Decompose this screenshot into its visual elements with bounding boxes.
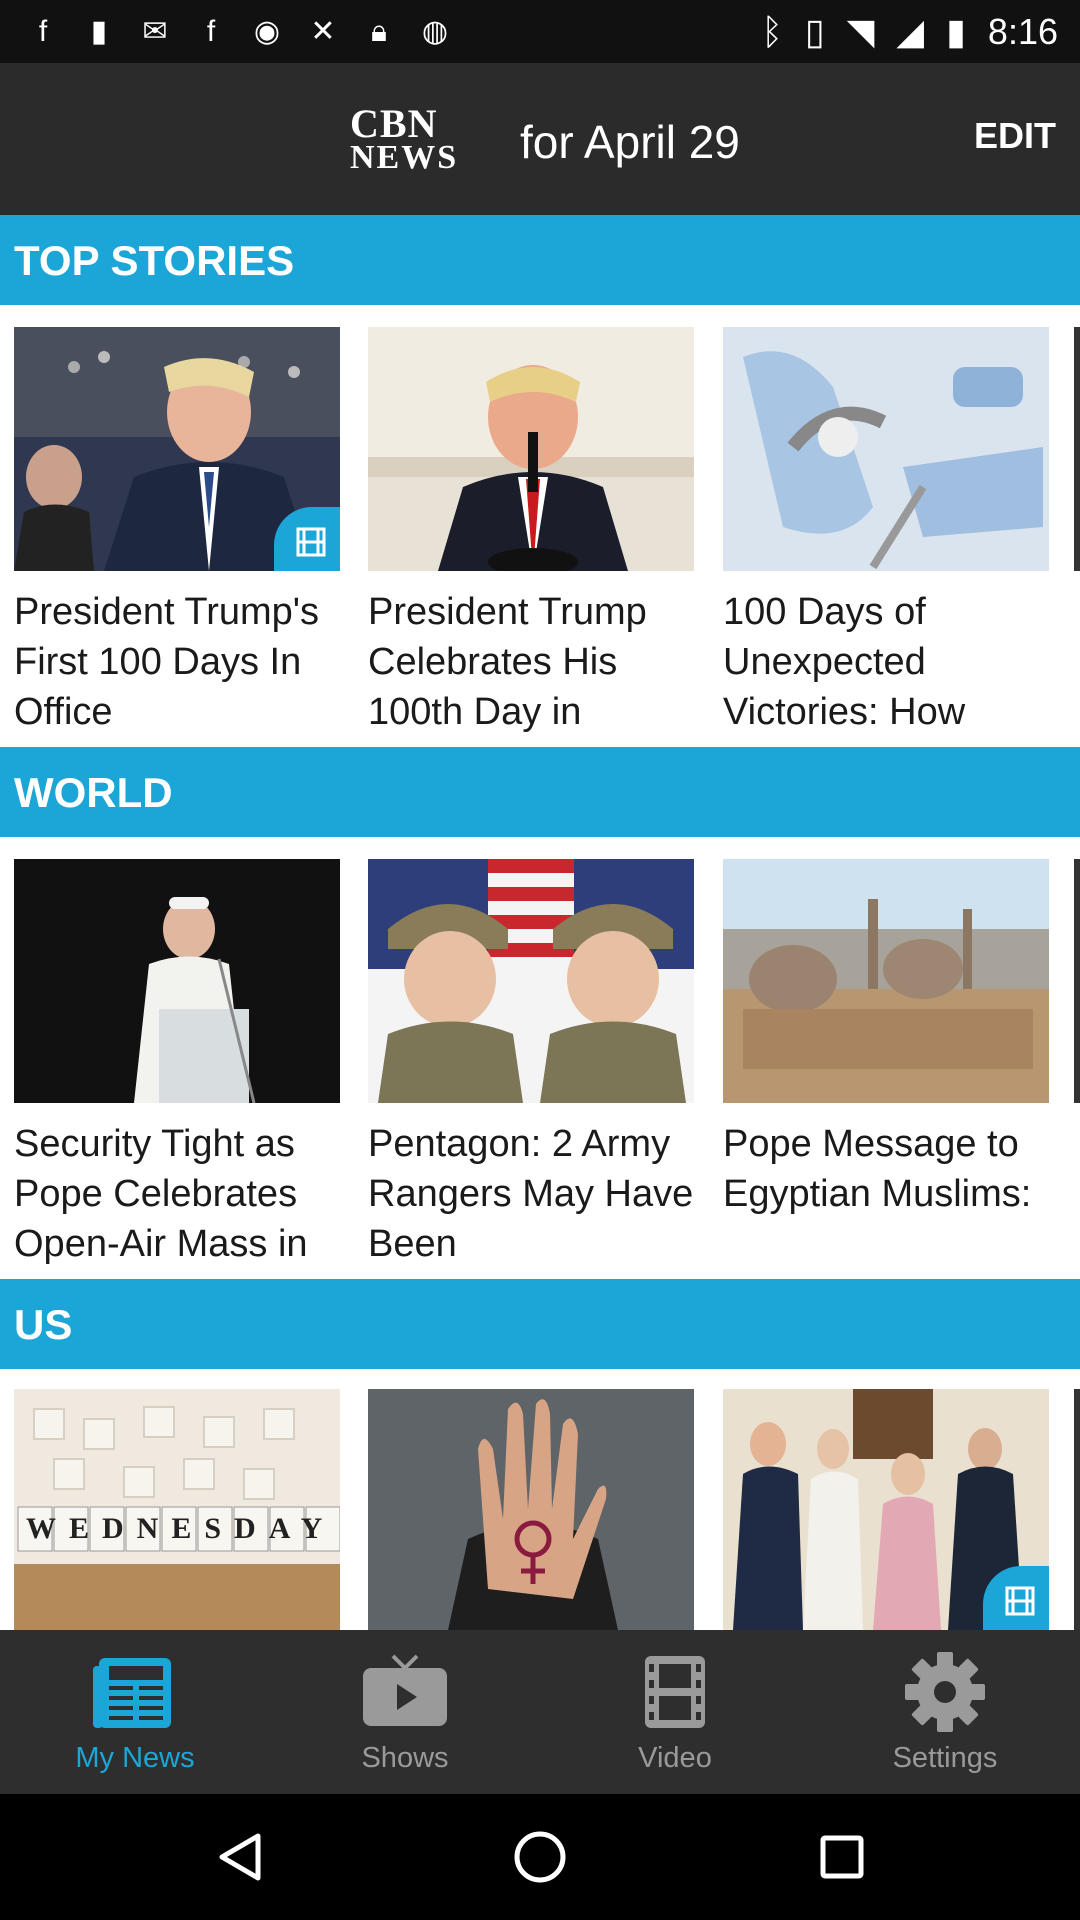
facebook-icon: f bbox=[38, 15, 48, 48]
film-icon bbox=[645, 1656, 705, 1728]
story-caption[interactable]: Pope Message to Egyptian Muslims: bbox=[723, 1119, 1053, 1219]
section-header-us[interactable]: US bbox=[0, 1279, 1080, 1369]
next-card-peek bbox=[1074, 1389, 1080, 1630]
section-cards-top-stories: President Trump's First 100 Days In Offi… bbox=[0, 305, 1080, 747]
story-caption[interactable]: Pentagon: 2 Army Rangers May Have Been bbox=[368, 1119, 698, 1269]
nav-label: Settings bbox=[892, 1742, 998, 1774]
tip-icon: ▮ bbox=[90, 15, 108, 48]
next-card-peek bbox=[1074, 859, 1080, 1103]
story-thumbnail[interactable]: WEDNESDAY bbox=[14, 1389, 340, 1630]
story-thumbnail[interactable] bbox=[723, 327, 1049, 571]
story-thumbnail[interactable] bbox=[723, 859, 1049, 1103]
status-bar: f ▮ ✉ f ◉ ✕ 🔒︎ ◍ ᛒ ▯ ◥ ◢ ▮ 8:16 bbox=[0, 0, 1080, 63]
system-nav-bar bbox=[0, 1794, 1080, 1920]
lock-icon: 🔒︎ bbox=[371, 15, 387, 48]
bluetooth-icon: ᛒ bbox=[761, 11, 783, 52]
cbn-news-logo: CBN NEWS bbox=[350, 101, 500, 176]
satellite-icon: ✕ bbox=[310, 15, 336, 48]
signal-icon: ◢ bbox=[896, 11, 925, 52]
tv-play-icon bbox=[363, 1654, 447, 1726]
story-caption[interactable]: 100 Days of Unexpected Victories: How bbox=[723, 587, 1053, 737]
circle-icon: ◉ bbox=[253, 15, 281, 48]
section-header-top-stories[interactable]: TOP STORIES bbox=[0, 215, 1080, 305]
logo-line1: CBN bbox=[350, 101, 438, 146]
back-icon[interactable] bbox=[219, 1833, 261, 1881]
wifi-icon: ◥ bbox=[846, 11, 875, 52]
section-header-world[interactable]: WORLD bbox=[0, 747, 1080, 837]
home-icon[interactable] bbox=[514, 1831, 566, 1883]
nav-video[interactable]: Video bbox=[540, 1630, 810, 1794]
story-thumbnail[interactable] bbox=[368, 327, 694, 571]
edit-button[interactable]: EDIT bbox=[974, 115, 1056, 157]
nav-shows[interactable]: Shows bbox=[270, 1630, 540, 1794]
story-thumbnail[interactable] bbox=[368, 1389, 694, 1630]
nav-settings[interactable]: Settings bbox=[810, 1630, 1080, 1794]
newspaper-icon bbox=[93, 1658, 171, 1728]
next-card-peek bbox=[1074, 327, 1080, 571]
story-caption[interactable]: President Trump Celebrates His 100th Day… bbox=[368, 587, 698, 737]
nav-label: My News bbox=[75, 1742, 195, 1774]
section-label: WORLD bbox=[14, 769, 173, 816]
nav-my-news[interactable]: My News bbox=[0, 1630, 270, 1794]
section-cards-world: Security Tight as Pope Celebrates Open-A… bbox=[0, 837, 1080, 1279]
gear-icon bbox=[905, 1652, 985, 1732]
vibrate-icon: ▯ bbox=[804, 11, 825, 52]
story-caption[interactable]: President Trump's First 100 Days In Offi… bbox=[14, 587, 344, 737]
thumb-text-wednesday: WEDNESDAY bbox=[26, 1512, 336, 1545]
gmail-icon: ✉ bbox=[142, 15, 168, 48]
app-icon: ◍ bbox=[421, 15, 449, 48]
battery-icon: ▮ bbox=[946, 11, 966, 52]
story-thumbnail[interactable] bbox=[14, 327, 340, 571]
logo-line2: NEWS bbox=[350, 139, 459, 176]
film-icon bbox=[1005, 1586, 1035, 1616]
system-status: ᛒ ▯ ◥ ◢ ▮ 8:16 bbox=[761, 8, 1058, 56]
story-thumbnail[interactable] bbox=[368, 859, 694, 1103]
nav-label: Video bbox=[638, 1742, 712, 1774]
facebook-icon: f bbox=[206, 15, 216, 48]
story-caption[interactable]: Security Tight as Pope Celebrates Open-A… bbox=[14, 1119, 344, 1269]
section-label: US bbox=[14, 1301, 73, 1348]
clock: 8:16 bbox=[987, 11, 1058, 52]
bottom-nav: My News Shows Video Settings bbox=[0, 1630, 1080, 1794]
story-thumbnail[interactable] bbox=[723, 1389, 1049, 1630]
section-cards-us: WEDNESDAY bbox=[0, 1369, 1080, 1630]
app-header: CBN NEWS for April 29 EDIT bbox=[0, 63, 1080, 215]
nav-label: Shows bbox=[361, 1742, 449, 1774]
header-date-title: for April 29 bbox=[520, 116, 740, 168]
story-thumbnail[interactable] bbox=[14, 859, 340, 1103]
notification-icons: f ▮ ✉ f ◉ ✕ 🔒︎ ◍ bbox=[28, 10, 450, 54]
recents-icon[interactable] bbox=[820, 1835, 864, 1879]
film-icon bbox=[296, 527, 326, 557]
section-label: TOP STORIES bbox=[14, 237, 295, 284]
